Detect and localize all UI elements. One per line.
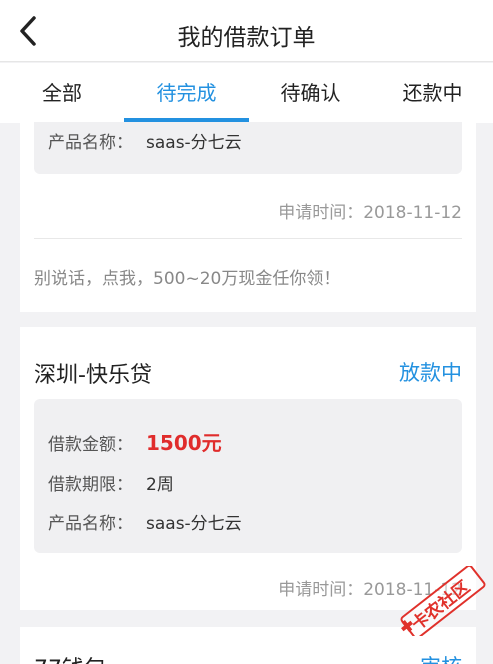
amount-value: 1500元 xyxy=(146,431,222,455)
product-label: 产品名称： xyxy=(48,133,133,153)
order-tabs: 全部 待完成 待确认 还款中 xyxy=(0,63,493,123)
tab-pending[interactable]: 待完成 xyxy=(124,63,249,123)
watermark-logo: 卡农社区 xyxy=(393,564,493,640)
apply-time-label: 申请时间： xyxy=(278,203,364,223)
app-header: 我的借款订单 xyxy=(0,0,493,62)
apply-time-value: 2018-11-12 xyxy=(363,203,462,223)
product-value: saas-分七云 xyxy=(146,514,242,534)
product-label: 产品名称： xyxy=(48,514,133,534)
tab-all[interactable]: 全部 xyxy=(0,63,124,123)
amount-row: 借款金额： 1500元 xyxy=(48,427,222,456)
term-value: 2周 xyxy=(146,475,174,495)
watermark-icon: 卡农社区 xyxy=(400,564,486,640)
tab-repaying[interactable]: 还款中 xyxy=(372,63,493,123)
apply-time: 申请时间：2018-11-12 xyxy=(278,198,462,223)
product-row: 产品名称： saas-分七云 xyxy=(48,509,242,534)
order-product-name: 77钱包 xyxy=(34,651,106,664)
divider xyxy=(34,238,462,239)
amount-label: 借款金额： xyxy=(48,435,133,455)
term-label: 借款期限： xyxy=(48,475,133,495)
order-status: 放款中 xyxy=(399,361,462,385)
term-row: 借款期限： 2周 xyxy=(48,470,174,495)
product-value: saas-分七云 xyxy=(146,133,242,153)
order-card[interactable]: 产品名称： saas-分七云 申请时间：2018-11-12 别说话，点我，500… xyxy=(20,122,476,312)
order-info-panel: 产品名称： saas-分七云 xyxy=(34,122,462,174)
page-title: 我的借款订单 xyxy=(177,25,316,51)
apply-time-label: 申请时间： xyxy=(278,580,364,600)
promo-link[interactable]: 别说话，点我，500~20万现金任你领！ xyxy=(34,264,340,289)
order-status: 审核 xyxy=(420,651,462,664)
product-row: 产品名称： saas-分七云 xyxy=(48,128,242,153)
order-product-name: 深圳-快乐贷 xyxy=(34,363,152,388)
order-info-panel: 借款金额： 1500元 借款期限： 2周 产品名称： saas-分七云 xyxy=(34,399,462,553)
tab-confirming[interactable]: 待确认 xyxy=(249,63,372,123)
